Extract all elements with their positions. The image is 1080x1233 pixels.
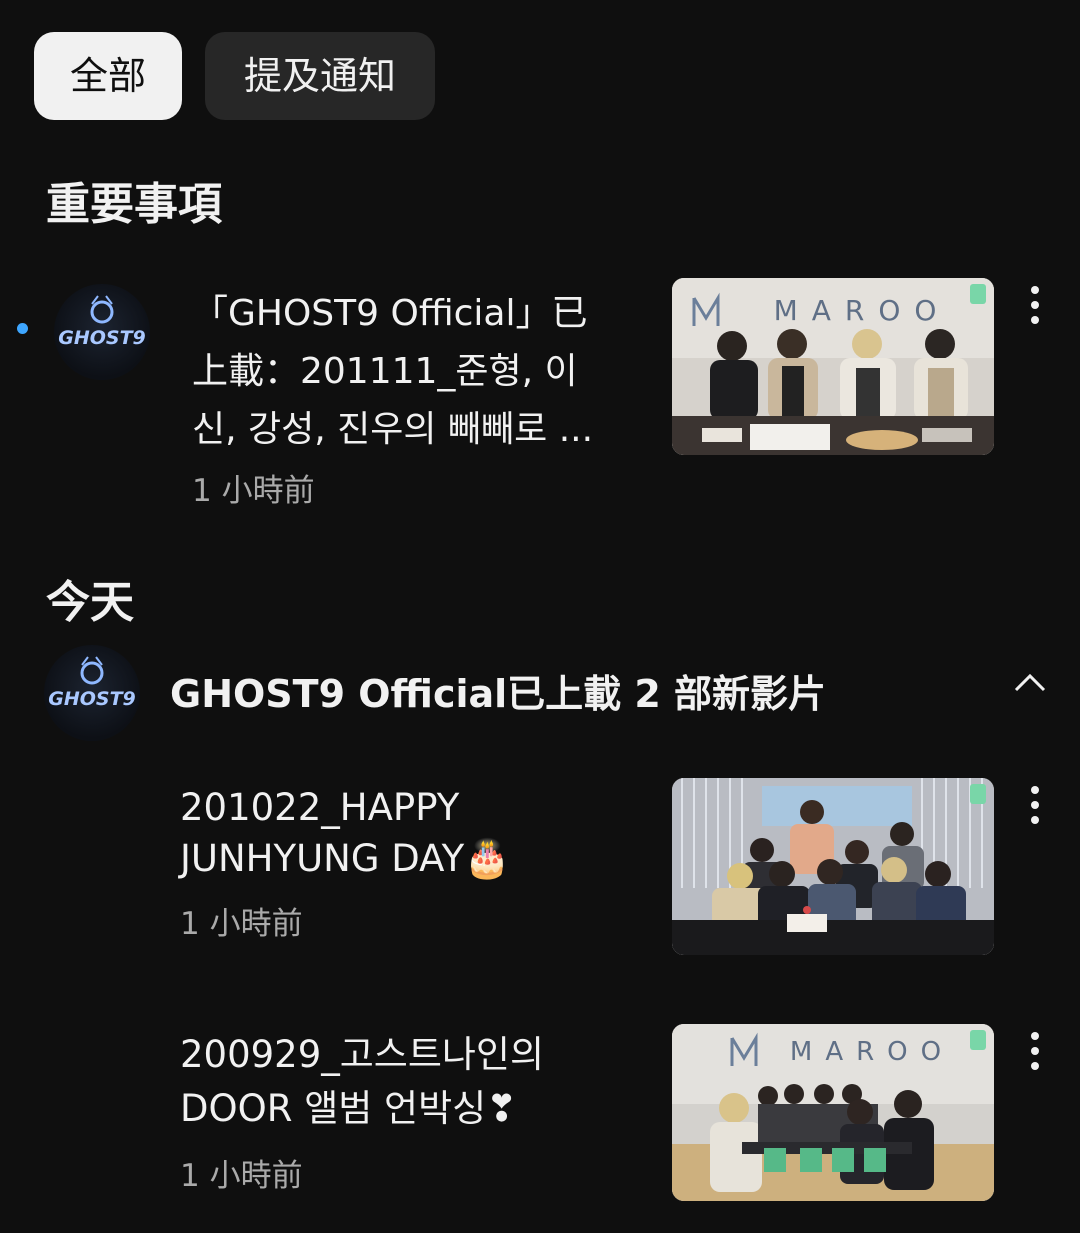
video-time: 1 小時前	[180, 906, 303, 942]
notification-title-line: 上載：201111_준형, 이	[192, 351, 578, 392]
thumbnail-image	[672, 778, 994, 955]
notifications-page: 全部 提及通知 重要事項 GHOST9 「GHOST9 Official」已 上…	[0, 0, 1080, 1233]
video-title-line: JUNHYUNG DAY🎂	[180, 837, 511, 880]
notification-title-line: 신, 강성, 진우의 빼빼로 ...	[192, 409, 594, 450]
section-title-today: 今天	[46, 577, 134, 628]
section-title-important: 重要事項	[46, 179, 222, 230]
notification-title: 「GHOST9 Official」已 上載：201111_준형, 이 신, 강성…	[192, 285, 593, 459]
svg-text:MAROO: MAROO	[790, 1037, 954, 1067]
video-time: 1 小時前	[180, 1158, 303, 1194]
ghost9-logo: GHOST9	[58, 295, 146, 349]
video-thumbnail[interactable]: MAROO	[672, 278, 994, 455]
notification-title-line: 「GHOST9 Official」已	[192, 293, 588, 334]
video-title: 201022_HAPPY JUNHYUNG DAY🎂	[180, 782, 510, 884]
more-vert-icon[interactable]	[1022, 786, 1048, 832]
group-header-title: GHOST9 Official已上載 2 部新影片	[170, 672, 827, 716]
more-vert-icon[interactable]	[1022, 286, 1048, 332]
video-thumbnail[interactable]: MAROO	[672, 1024, 994, 1201]
channel-avatar[interactable]: GHOST9	[54, 284, 150, 380]
unread-dot-icon	[17, 323, 28, 334]
chevron-up-icon[interactable]	[1010, 668, 1050, 698]
channel-avatar[interactable]: GHOST9	[44, 645, 140, 741]
svg-text:MAROO: MAROO	[774, 294, 951, 327]
thumbnail-image: MAROO	[672, 1024, 994, 1201]
svg-text:GHOST9: GHOST9	[58, 327, 146, 349]
svg-text:GHOST9: GHOST9	[48, 688, 136, 710]
video-title-line: 201022_HAPPY	[180, 786, 460, 829]
chip-all[interactable]: 全部	[34, 32, 182, 120]
video-title-line: DOOR 앨범 언박싱❣	[180, 1087, 518, 1130]
more-vert-icon[interactable]	[1022, 1032, 1048, 1078]
notification-time: 1 小時前	[192, 473, 315, 509]
video-thumbnail[interactable]	[672, 778, 994, 955]
chip-mentions[interactable]: 提及通知	[205, 32, 435, 120]
thumbnail-image: MAROO	[672, 278, 994, 455]
video-title: 200929_고스트나인의 DOOR 앨범 언박싱❣	[180, 1028, 544, 1136]
ghost9-logo: GHOST9	[48, 656, 136, 710]
video-title-line: 200929_고스트나인의	[180, 1033, 544, 1076]
